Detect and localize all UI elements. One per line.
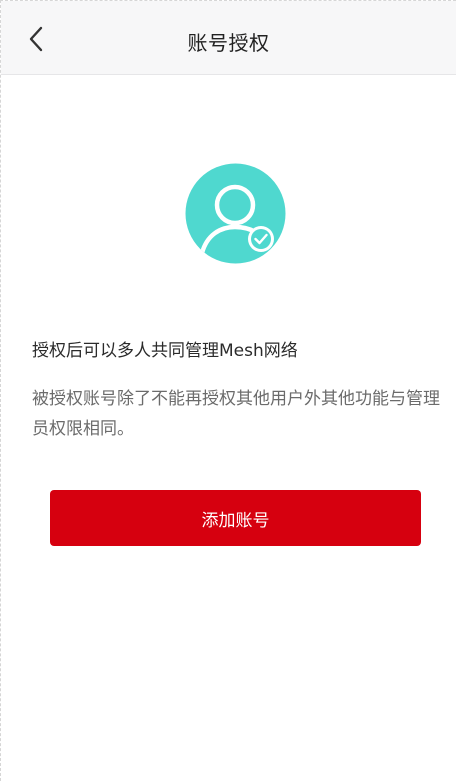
account-authorization-page: 账号授权 授权后可以多人共同管理Mesh网络 被授权账号除了不能再授权其他用户外…	[0, 0, 456, 781]
authorization-description: 被授权账号除了不能再授权其他用户外其他功能与管理员权限相同。	[32, 389, 440, 439]
page-title: 账号授权	[187, 31, 270, 55]
authorization-headline: 授权后可以多人共同管理Mesh网络	[32, 341, 298, 361]
navigation-bar: 账号授权	[1, 1, 456, 75]
user-check-avatar-icon	[185, 163, 286, 264]
add-account-button[interactable]: 添加账号	[50, 490, 421, 546]
avatar	[185, 163, 286, 264]
